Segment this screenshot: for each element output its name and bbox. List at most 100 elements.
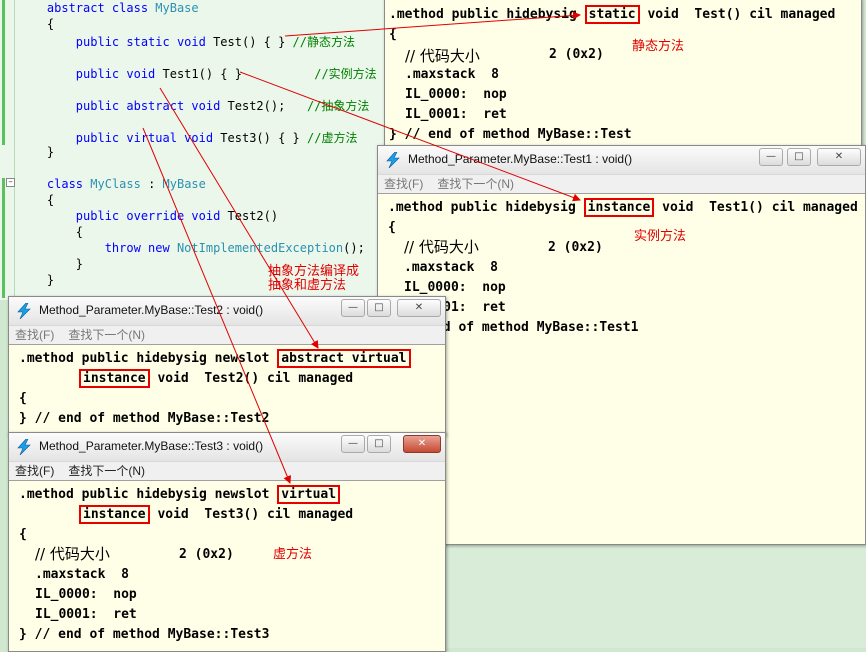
code-token: //实例方法 [241,67,377,81]
maximize-button[interactable]: □ [367,299,391,317]
code-line: public virtual void Test3() { } //虚方法 [18,129,358,146]
menu-bar: 查找(F) 查找下一个(N) [378,174,865,194]
code-token: { [46,17,55,31]
il-brace: { [389,27,397,42]
code-line: class MyClass : MyBase [18,177,206,191]
menu-find-next[interactable]: 查找下一个(N) [437,175,514,193]
il-method-line-rest: void Test() cil managed [639,7,836,22]
minimize-button[interactable]: — [341,435,365,453]
il-code-size-value: 2 (0x2) [548,240,603,255]
editor-gutter: − [0,0,15,300]
il-method-line: .method public hidebysig newslot [19,351,278,366]
code-token: public abstract void [75,99,228,113]
code-line: public static void Test() { } //静态方法 [18,33,355,50]
menu-find-next[interactable]: 查找下一个(N) [68,326,145,344]
virtual-keyword-highlight: virtual [277,485,341,504]
code-token: MyBase [155,1,199,15]
code-token: Test2(); [227,99,286,113]
instance-keyword-highlight: instance [79,369,150,388]
il-method-line: .method public hidebysig newslot [19,487,278,502]
window-titlebar[interactable]: Method_Parameter.MyBase::Test2 : void() … [9,297,445,325]
code-line: throw new NotImplementedException(); [18,241,365,255]
code-line: } [18,273,54,287]
abstract-virtual-highlight: abstract virtual [277,349,411,368]
il-code-area[interactable]: .method public hidebysig newslot virtual… [9,481,445,651]
close-button[interactable]: ✕ [403,435,441,453]
code-token: } [46,145,55,159]
code-token: Test1() { } [162,67,242,81]
window-titlebar[interactable]: Method_Parameter.MyBase::Test1 : void() … [378,146,865,174]
il-end-comment: } // end of method MyBase::Test2 [19,411,270,426]
maximize-button[interactable]: □ [787,148,811,166]
il-code-area[interactable]: .method public hidebysig instance void T… [378,194,865,544]
code-editor[interactable]: − abstract class MyBase { public static … [0,0,384,300]
code-line: } [18,257,83,271]
code-line: public override void Test2() [18,209,278,223]
il-window-test1[interactable]: Method_Parameter.MyBase::Test1 : void() … [377,145,866,545]
code-line: public void Test1() { } //实例方法 [18,65,377,82]
code-token: (); [343,241,365,255]
il-code-size-label: // 代码大小 [405,47,480,65]
close-button[interactable]: ✕ [397,299,441,317]
menu-find-next[interactable]: 查找下一个(N) [68,462,145,480]
menu-bar: 查找(F) 查找下一个(N) [9,461,445,481]
il-method-line-rest: void Test2() cil managed [149,371,354,386]
il-code-area[interactable]: .method public hidebysig newslot abstrac… [9,345,445,435]
il-method-line-rest: void Test3() cil managed [149,507,354,522]
menu-find[interactable]: 查找(F) [15,462,54,480]
code-line: { [18,17,54,31]
il-code-size-label: // 代码大小 [35,545,110,563]
window-title: Method_Parameter.MyBase::Test1 : void() [408,152,633,166]
lightning-icon [17,439,31,455]
menu-find[interactable]: 查找(F) [384,175,423,193]
code-token: { [75,225,84,239]
code-token: public static void [75,35,214,49]
minimize-button[interactable]: — [341,299,365,317]
code-token: Test() { } [213,35,286,49]
code-line: { [18,193,54,207]
code-token: Test2() [227,209,279,223]
instance-keyword-highlight: instance [583,198,655,217]
code-line: public abstract void Test2(); //抽象方法 [18,97,370,114]
fold-toggle-icon[interactable]: − [6,178,15,187]
code-token: throw new [104,241,177,255]
il-instruction: IL_0001: ret [35,607,137,622]
code-line: { [18,225,83,239]
code-token: //抽象方法 [285,99,370,113]
code-token: public override void [75,209,228,223]
lightning-icon [17,303,31,319]
minimize-button[interactable]: — [759,148,783,166]
il-instruction: IL_0001: ret [405,107,507,122]
il-end-comment: } // end of method MyBase::Test3 [19,627,270,642]
il-code-area[interactable]: .method public hidebysig static void Tes… [385,0,861,145]
il-method-line: .method public hidebysig [389,7,585,22]
code-line: } [18,145,54,159]
code-token: //静态方法 [285,35,356,49]
il-maxstack: .maxstack 8 [405,67,499,82]
annotation-virtual: 虚方法 [273,547,313,562]
code-line: abstract class MyBase [18,1,199,15]
window-titlebar[interactable]: Method_Parameter.MyBase::Test3 : void() … [9,433,445,461]
window-title: Method_Parameter.MyBase::Test2 : void() [39,303,264,317]
menu-bar: 查找(F) 查找下一个(N) [9,325,445,345]
change-bar [2,178,5,298]
il-code-size-value: 2 (0x2) [549,47,604,62]
annotation-instance: 实例方法 [634,229,687,244]
maximize-button[interactable]: □ [367,435,391,453]
il-maxstack: .maxstack 8 [404,260,498,275]
close-button[interactable]: ✕ [817,148,861,166]
il-window-test2[interactable]: Method_Parameter.MyBase::Test2 : void() … [8,296,446,436]
il-window-test3[interactable]: Method_Parameter.MyBase::Test3 : void() … [8,432,446,652]
annotation-abstract-line2: 抽象和虚方法 [268,278,347,293]
il-window-test[interactable]: .method public hidebysig static void Tes… [384,0,862,146]
code-token: NotImplementedException [176,241,344,255]
code-token: class [46,177,91,191]
instance-keyword-highlight: instance [79,505,150,524]
il-instruction: IL_0000: nop [35,587,137,602]
menu-find[interactable]: 查找(F) [15,326,54,344]
code-token: abstract class [46,1,156,15]
il-instruction: IL_0000: nop [405,87,507,102]
il-code-size-value: 2 (0x2) [179,547,234,562]
code-token: MyClass [90,177,141,191]
il-brace: { [388,220,396,235]
